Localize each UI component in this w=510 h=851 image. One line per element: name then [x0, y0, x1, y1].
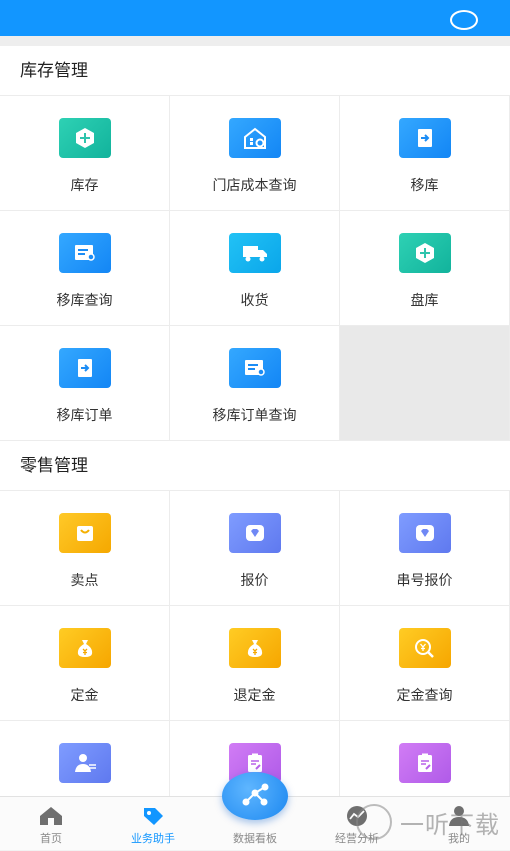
money-bag-icon: [58, 628, 111, 668]
grid-item-deposit-query[interactable]: 定金查询: [340, 606, 510, 721]
grid-item-transfer[interactable]: 移库: [340, 96, 510, 211]
grid-item-label: 退定金: [233, 688, 276, 704]
diamond-tag-icon: [398, 513, 451, 553]
grid-item-label: 定金: [70, 688, 99, 704]
watermark: 一听下载: [356, 804, 500, 840]
transfer-order-icon: [58, 348, 111, 388]
grid-item-refund-deposit[interactable]: 退定金: [170, 606, 340, 721]
stocktake-icon: [398, 233, 451, 273]
grid-item-selling-point[interactable]: 卖点: [0, 491, 170, 606]
grid-item-label: 报价: [240, 573, 269, 589]
section-title-retail: 零售管理: [0, 441, 510, 491]
top-gap: [0, 36, 510, 46]
shopping-bag-icon: [58, 513, 111, 553]
grid-empty-cell: [340, 326, 510, 441]
inventory-grid: 库存 门店成本查询 移库 移库查询 收货 盘库 移库订单 移库订单查询: [0, 96, 510, 441]
tab-label: 业务助手: [131, 832, 175, 845]
grid-item-label: 库存: [70, 178, 99, 194]
grid-item-transfer-order[interactable]: 移库订单: [0, 326, 170, 441]
grid-item-partial-1[interactable]: [0, 721, 170, 796]
tag-icon: [140, 805, 166, 827]
home-icon: [38, 805, 64, 827]
yuan-search-icon: [398, 628, 451, 668]
clipboard-edit-icon: [398, 743, 451, 783]
grid-item-serial-quote[interactable]: 串号报价: [340, 491, 510, 606]
grid-item-label: 收货: [240, 293, 269, 309]
grid-item-label: 移库: [410, 178, 439, 194]
tab-label: 数据看板: [233, 832, 277, 845]
grid-item-deposit[interactable]: 定金: [0, 606, 170, 721]
store-cost-icon: [228, 118, 281, 158]
grid-item-label: 移库查询: [56, 293, 113, 309]
tab-business-assistant[interactable]: 业务助手: [102, 797, 204, 851]
tab-label: 首页: [40, 832, 62, 845]
transfer-icon: [398, 118, 451, 158]
grid-item-receive[interactable]: 收货: [170, 211, 340, 326]
main-content: 库存管理 库存 门店成本查询 移库 移库查询 收货 盘库 移库订单 移库订单查询…: [0, 46, 510, 796]
person-yuan-icon: [58, 743, 111, 783]
diamond-tag-icon: [228, 513, 281, 553]
grid-item-transfer-query[interactable]: 移库查询: [0, 211, 170, 326]
grid-item-stocktake[interactable]: 盘库: [340, 211, 510, 326]
transfer-order-query-icon: [228, 348, 281, 388]
grid-item-inventory[interactable]: 库存: [0, 96, 170, 211]
tab-home[interactable]: 首页: [0, 797, 102, 851]
watermark-text: 一听下载: [400, 810, 500, 839]
watermark-logo-icon: [356, 804, 392, 840]
money-bag-icon: [228, 628, 281, 668]
grid-item-quote[interactable]: 报价: [170, 491, 340, 606]
grid-item-label: 移库订单: [56, 408, 113, 424]
grid-item-store-cost-query[interactable]: 门店成本查询: [170, 96, 340, 211]
grid-item-label: 盘库: [410, 293, 439, 309]
transfer-query-icon: [58, 233, 111, 273]
truck-icon: [228, 233, 281, 273]
grid-item-transfer-order-query[interactable]: 移库订单查询: [170, 326, 340, 441]
grid-item-label: 卖点: [70, 573, 99, 589]
status-bar: [0, 0, 510, 36]
grid-item-label: 移库订单查询: [212, 408, 297, 424]
grid-item-label: 定金查询: [396, 688, 453, 704]
grid-item-label: 串号报价: [396, 573, 453, 589]
section-title-inventory: 库存管理: [0, 46, 510, 96]
dashboard-fab-icon: [242, 783, 269, 806]
dashboard-fab-button[interactable]: [222, 772, 288, 820]
retail-grid: 卖点 报价 串号报价 定金 退定金 定金查询: [0, 491, 510, 796]
inventory-icon: [58, 118, 111, 158]
grid-item-partial-3[interactable]: [340, 721, 510, 796]
circle-icon[interactable]: [450, 10, 478, 30]
grid-item-label: 门店成本查询: [212, 178, 297, 194]
